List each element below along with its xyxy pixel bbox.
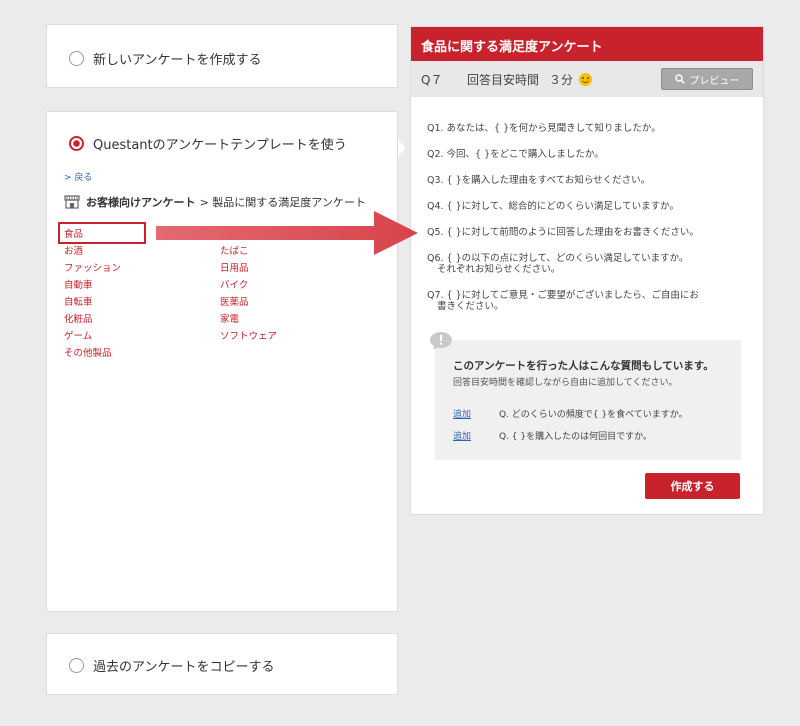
category-item[interactable]: バイク	[220, 277, 248, 291]
question-count: Q７	[421, 72, 443, 87]
question-item: Q3. { }を購入した理由をすべてお知らせください。	[427, 175, 651, 186]
question-item: Q1. あなたは、{ }を何から見聞きして知りましたか。	[427, 123, 661, 134]
new-survey-card[interactable]: 新しいアンケートを作成する	[46, 24, 398, 88]
copy-survey-option[interactable]: 過去のアンケートをコピーする	[69, 656, 274, 675]
suggestion-row: 追加 Q. どのくらいの頻度で{ }を食べていますか。	[453, 407, 688, 420]
suggestion-row: 追加 Q. { }を購入したのは何回目ですか。	[453, 429, 652, 442]
suggestion-box: このアンケートを行った人はこんな質問もしています。 回答目安時間を確認しながら自…	[435, 340, 741, 460]
card-notch	[398, 140, 406, 156]
radio-template[interactable]	[69, 136, 84, 151]
template-label: Questantのアンケートテンプレートを使う	[93, 138, 347, 153]
category-item[interactable]: お酒	[64, 243, 83, 257]
question-item-cont: それぞれお知らせください。	[437, 264, 561, 275]
template-option[interactable]: Questantのアンケートテンプレートを使う	[69, 134, 347, 153]
panel-title: 食品に関する満足度アンケート	[411, 27, 763, 61]
suggestion-title: このアンケートを行った人はこんな質問もしています。	[453, 360, 714, 372]
question-item: Q2. 今回、{ }をどこで購入しましたか。	[427, 149, 604, 160]
radio-copy-survey[interactable]	[69, 658, 84, 673]
new-survey-option[interactable]: 新しいアンケートを作成する	[69, 49, 261, 68]
category-item[interactable]: 食品	[64, 226, 83, 240]
template-preview-panel: 食品に関する満足度アンケート Q７ 回答目安時間 ３分 プレビュー Q1. あな…	[410, 26, 764, 515]
suggestion-text: Q. { }を購入したのは何回目ですか。	[499, 432, 652, 442]
copy-survey-card[interactable]: 過去のアンケートをコピーする	[46, 633, 398, 695]
question-item: Q5. { }に対して前問のように回答した理由をお書きください。	[427, 227, 699, 238]
create-button[interactable]: 作成する	[645, 473, 740, 499]
template-card: Questantのアンケートテンプレートを使う > 戻る お客様向けアンケート …	[46, 111, 398, 612]
category-item[interactable]: 自動車	[64, 277, 93, 291]
category-item[interactable]: ソフトウェア	[220, 328, 277, 342]
suggestion-subtitle: 回答目安時間を確認しながら自由に追加してください。	[453, 378, 678, 388]
category-item[interactable]: ゲーム	[64, 328, 92, 342]
add-link[interactable]: 追加	[453, 429, 499, 442]
question-item: Q4. { }に対して、総合的にどのくらい満足していますか。	[427, 201, 679, 212]
radio-new-survey[interactable]	[69, 51, 84, 66]
back-link[interactable]: > 戻る	[64, 170, 92, 183]
copy-survey-label: 過去のアンケートをコピーする	[93, 660, 275, 675]
preview-button[interactable]: プレビュー	[661, 68, 753, 90]
arrow-annotation	[156, 211, 418, 255]
breadcrumb-category[interactable]: お客様向けアンケート	[86, 194, 196, 210]
category-item[interactable]: 家電	[220, 311, 239, 325]
category-item[interactable]: 自転車	[64, 294, 93, 308]
category-item[interactable]: 医薬品	[220, 294, 249, 308]
breadcrumb: お客様向けアンケート > 製品に関する満足度アンケート	[64, 194, 366, 210]
speech-bubble-icon	[430, 332, 452, 350]
search-icon	[674, 74, 685, 84]
time-value: ３分	[549, 72, 574, 87]
time-label: 回答目安時間	[467, 72, 540, 87]
category-item[interactable]: その他製品	[64, 345, 112, 359]
suggestion-text: Q. どのくらいの頻度で{ }を食べていますか。	[499, 410, 688, 420]
add-link[interactable]: 追加	[453, 407, 499, 420]
preview-label: プレビュー	[689, 75, 740, 87]
new-survey-label: 新しいアンケートを作成する	[93, 53, 262, 68]
category-item[interactable]: ファッション	[64, 260, 121, 274]
breadcrumb-current: > 製品に関する満足度アンケート	[199, 196, 366, 209]
smile-icon	[579, 72, 593, 86]
question-item-cont: 書きください。	[437, 301, 504, 312]
category-item[interactable]: 日用品	[220, 260, 249, 274]
panel-info-bar: Q７ 回答目安時間 ３分 プレビュー	[411, 61, 763, 97]
shop-icon	[64, 195, 80, 209]
category-item[interactable]: 化粧品	[64, 311, 93, 325]
